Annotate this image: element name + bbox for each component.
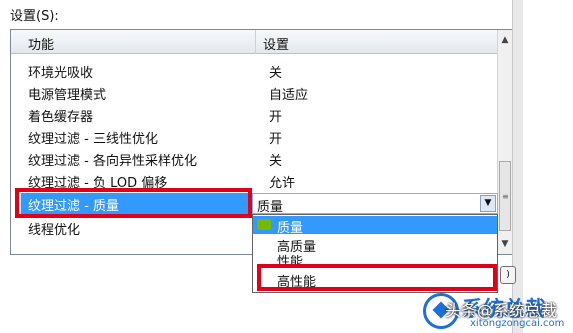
table-row[interactable]: 纹理过滤 - 三线性优化 开 (11, 126, 499, 148)
scroll-down-icon[interactable]: ▼ (498, 236, 512, 252)
feature-value: 允许 (269, 176, 296, 191)
partial-button[interactable]: ) (500, 266, 516, 284)
watermark-overlay-text: 头条@系统总裁 (445, 301, 558, 320)
chevron-down-icon[interactable]: ▼ (480, 195, 496, 212)
table-row[interactable]: 纹理过滤 - 各向异性采样优化 关 (11, 148, 499, 170)
feature-label: 纹理过滤 - 三线性优化 (28, 132, 158, 147)
column-divider[interactable] (255, 30, 256, 54)
settings-label: 设置(S): (10, 9, 59, 24)
quality-combobox[interactable]: 质量 ▼ (252, 193, 498, 215)
vertical-scrollbar[interactable]: ▲ ≡ ▼ (497, 30, 512, 254)
nvidia-logo-icon (257, 219, 271, 230)
feature-value: 开 (269, 132, 283, 147)
column-header-feature[interactable]: 功能 (28, 34, 54, 53)
scrollbar-thumb[interactable]: ≡ (499, 161, 511, 231)
feature-label: 着色缓存器 (28, 110, 94, 125)
feature-label: 纹理过滤 - 各向异性采样优化 (28, 154, 197, 169)
highlight-box-high-performance (257, 264, 497, 291)
column-header-setting[interactable]: 设置 (263, 34, 289, 53)
combobox-value: 质量 (257, 200, 284, 215)
feature-value: 自适应 (269, 88, 309, 103)
dropdown-option-quality[interactable]: 质量 (253, 216, 497, 236)
table-header: 功能 设置 (11, 30, 499, 54)
scroll-up-icon[interactable]: ▲ (498, 32, 512, 48)
feature-label: 电源管理模式 (28, 88, 107, 103)
table-row[interactable]: 环境光吸收 关 (11, 60, 499, 82)
table-row[interactable]: 电源管理模式 自适应 (11, 82, 499, 104)
feature-label: 环境光吸收 (28, 66, 94, 81)
highlight-box-quality-row (15, 188, 252, 218)
feature-value: 关 (269, 66, 283, 81)
feature-value: 开 (269, 110, 283, 125)
grip-icon: ≡ (502, 192, 509, 201)
table-row[interactable]: 着色缓存器 开 (11, 104, 499, 126)
feature-value: 关 (269, 154, 283, 169)
feature-label: 线程优化 (28, 223, 81, 238)
